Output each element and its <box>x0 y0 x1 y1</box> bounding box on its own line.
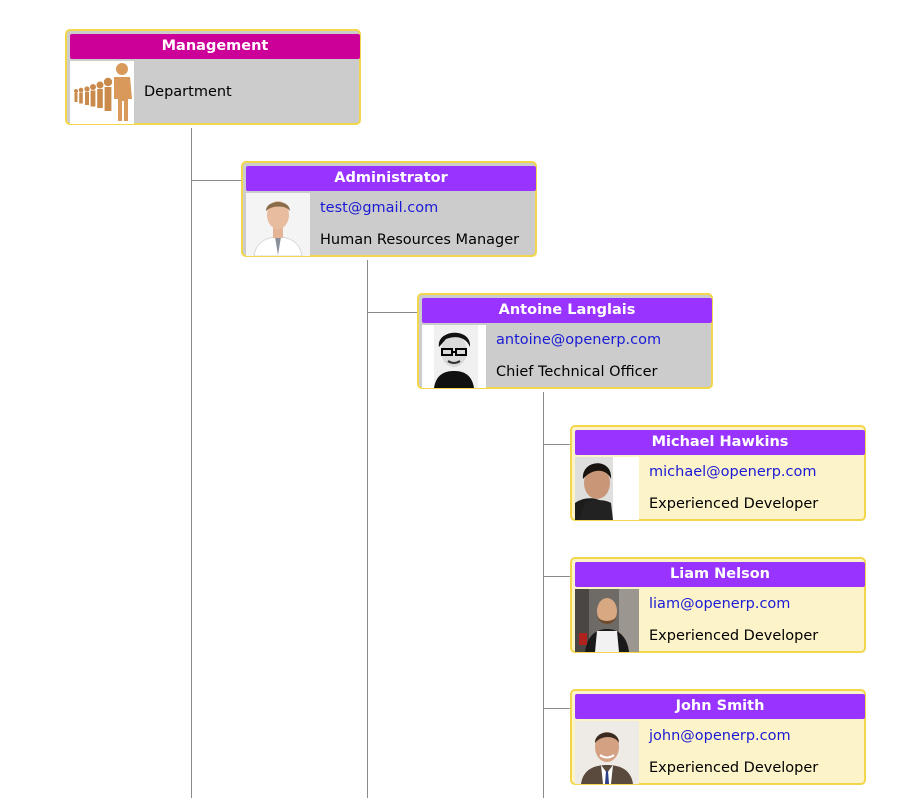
node-email-link[interactable]: michael@openerp.com <box>649 464 817 480</box>
employee-node[interactable]: Antoine Langlais antoine@openerp.com Chi… <box>417 293 713 389</box>
department-people-icon <box>70 61 134 124</box>
node-email-link[interactable]: test@gmail.com <box>320 200 438 216</box>
person-photo <box>575 457 639 520</box>
node-subtitle: Department <box>144 84 232 100</box>
person-photo <box>422 325 486 388</box>
connector-line <box>543 708 571 709</box>
connector-line <box>367 260 368 798</box>
connector-line <box>543 444 571 445</box>
connector-line <box>543 392 544 798</box>
employee-node[interactable]: Administrator test@gmail.com Human Resou… <box>241 161 537 257</box>
node-title: Management <box>70 34 360 59</box>
connector-line <box>191 180 242 181</box>
node-email-link[interactable]: john@openerp.com <box>649 728 791 744</box>
node-email-link[interactable]: liam@openerp.com <box>649 596 790 612</box>
employee-node[interactable]: Michael Hawkins michael@openerp.com Expe… <box>570 425 866 521</box>
node-title: Michael Hawkins <box>575 430 865 455</box>
connector-line <box>367 312 418 313</box>
connector-line <box>543 576 571 577</box>
person-photo <box>246 193 310 256</box>
node-title: Administrator <box>246 166 536 191</box>
node-email-link[interactable]: antoine@openerp.com <box>496 332 661 348</box>
node-title: John Smith <box>575 694 865 719</box>
node-job-title: Experienced Developer <box>649 496 819 512</box>
node-job-title: Experienced Developer <box>649 760 819 776</box>
person-photo <box>575 721 639 784</box>
node-title: Liam Nelson <box>575 562 865 587</box>
employee-node[interactable]: Liam Nelson liam@openerp.com Experienced… <box>570 557 866 653</box>
connector-line <box>191 128 192 798</box>
node-title: Antoine Langlais <box>422 298 712 323</box>
person-photo <box>575 589 639 652</box>
employee-node[interactable]: John Smith john@openerp.com Experienced … <box>570 689 866 785</box>
node-job-title: Human Resources Manager <box>320 232 520 248</box>
node-job-title: Experienced Developer <box>649 628 819 644</box>
department-node[interactable]: Management Department <box>65 29 361 125</box>
node-job-title: Chief Technical Officer <box>496 364 658 380</box>
